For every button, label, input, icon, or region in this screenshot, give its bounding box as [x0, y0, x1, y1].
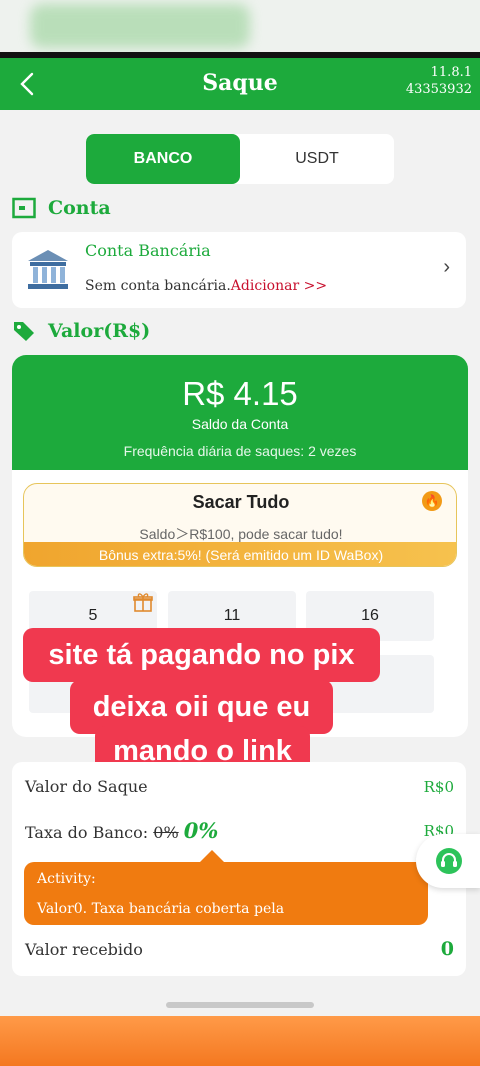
tab-banco[interactable]: BANCO — [86, 134, 240, 184]
bank-fee-text: Taxa do Banco: — [25, 823, 149, 842]
app-header: Saque 11.8.1 43353932 — [0, 58, 480, 110]
withdraw-amount-value: R$0 — [423, 778, 454, 796]
received-label: Valor recebido — [25, 940, 143, 959]
tag-icon — [12, 319, 36, 343]
headset-icon — [436, 848, 462, 874]
version-number: 11.8.1 — [430, 65, 472, 80]
value-section-label: Valor(R$) — [48, 320, 151, 342]
tooltip-arrow — [200, 850, 224, 862]
no-account-text: Sem conta bancária. — [85, 278, 231, 294]
received-value: 0 — [440, 938, 454, 960]
status-bar — [0, 0, 480, 52]
user-id: 43353932 — [405, 82, 472, 97]
home-indicator[interactable] — [166, 1002, 314, 1008]
account-section-title: Conta — [12, 196, 111, 220]
bank-fee-old: 0% — [153, 823, 179, 842]
bottom-banner — [0, 1016, 480, 1066]
withdraw-method-tabs: BANCO USDT — [86, 134, 394, 184]
withdraw-all-subtitle: Saldo＞R$100, pode sacar tudo! — [139, 526, 343, 542]
overlay-text-line: site tá pagando no pix — [23, 628, 380, 682]
withdraw-amount-label: Valor do Saque — [25, 777, 148, 796]
bank-fee-label: Taxa do Banco: 0% 0% — [25, 818, 218, 843]
fire-icon: 🔥 — [422, 491, 442, 511]
bank-account-card[interactable]: Conta Bancária Sem conta bancária.Adicio… — [12, 232, 466, 308]
bank-account-status: Sem conta bancária.Adicionar >> — [85, 278, 327, 294]
withdraw-details: Valor do Saque R$0 Taxa do Banco: 0% 0% … — [12, 762, 466, 976]
bank-account-title: Conta Bancária — [85, 241, 211, 260]
chevron-right-icon: › — [443, 256, 450, 278]
bonus-banner: Bônus extra:5%! (Será emitido um ID WaBo… — [24, 542, 456, 566]
balance-amount: R$ 4.15 — [182, 375, 298, 412]
activity-title: Activity: — [37, 871, 96, 887]
balance-label: Saldo da Conta — [191, 416, 289, 432]
version-info: 11.8.1 43353932 — [406, 64, 472, 98]
customer-service-button[interactable] — [416, 834, 480, 888]
blurred-status-area — [30, 4, 250, 48]
activity-text: Valor0. Taxa bancária coberta pela — [37, 901, 285, 917]
account-section-label: Conta — [48, 197, 111, 219]
tab-usdt[interactable]: USDT — [240, 134, 394, 184]
activity-tooltip: Activity: Valor0. Taxa bancária coberta … — [24, 850, 428, 925]
bank-icon — [24, 248, 72, 292]
withdraw-all-title: Sacar Tudo — [192, 492, 290, 512]
add-account-link[interactable]: Adicionar >> — [231, 278, 327, 294]
balance-panel: R$ 4.15 Saldo da Conta Frequência diária… — [12, 355, 468, 470]
value-section-title: Valor(R$) — [12, 319, 150, 343]
bank-fee-new: 0% — [183, 818, 219, 843]
withdraw-frequency: Frequência diária de saques: 2 vezes — [123, 443, 357, 459]
wallet-icon — [12, 196, 36, 220]
gift-icon — [132, 591, 154, 613]
withdraw-all-button[interactable]: Sacar Tudo Saldo＞R$100, pode sacar tudo!… — [23, 483, 457, 567]
